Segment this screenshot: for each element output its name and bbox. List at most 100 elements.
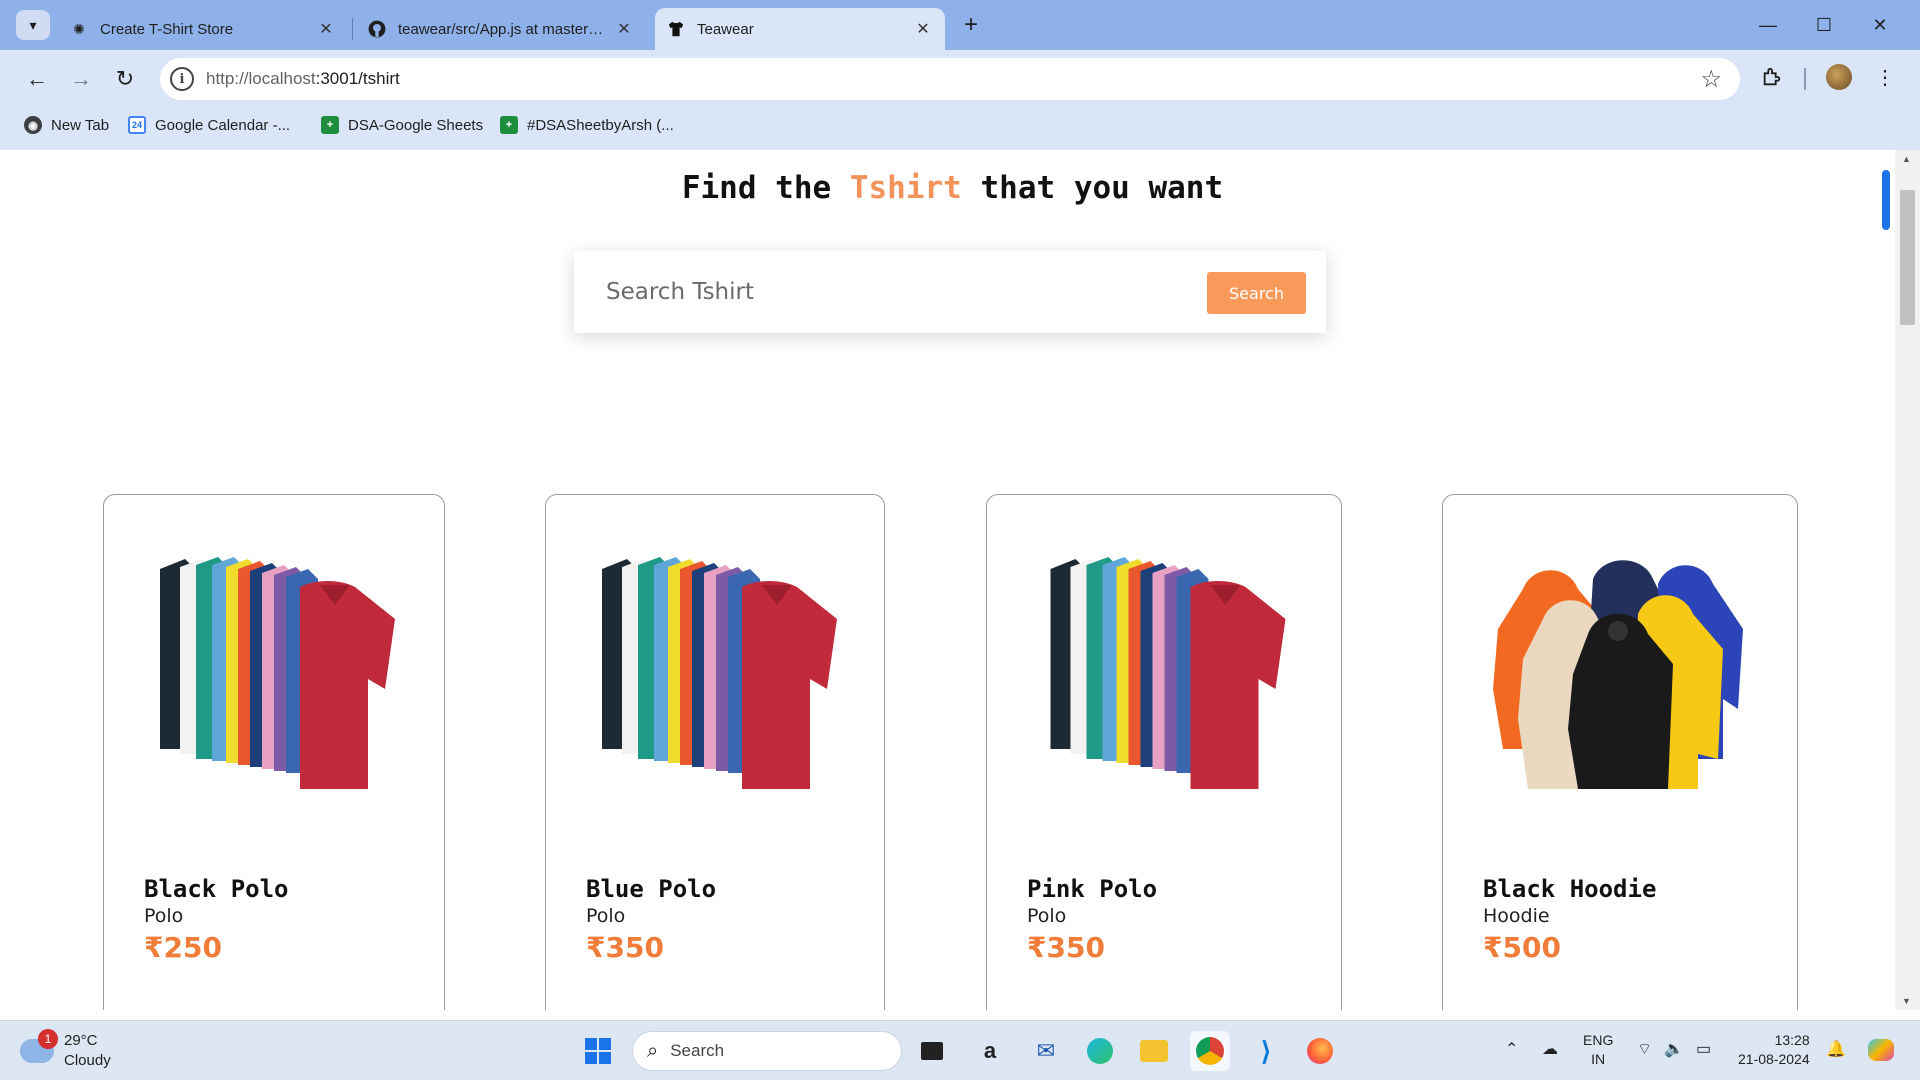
product-card[interactable]: Blue Polo Polo ₹350 xyxy=(545,494,885,1010)
address-bar[interactable]: i http://localhost:3001/tshirt ☆ xyxy=(160,58,1740,100)
product-card[interactable]: Black Hoodie Hoodie ₹500 xyxy=(1442,494,1798,1010)
notifications-bell-icon[interactable]: 🔔 xyxy=(1826,1039,1846,1059)
vscode-icon[interactable]: ⟩ xyxy=(1246,1031,1286,1071)
product-name: Black Hoodie xyxy=(1483,875,1657,903)
site-info-icon[interactable]: i xyxy=(170,67,194,91)
product-price: ₹500 xyxy=(1483,931,1561,964)
weather-temperature: 29°C xyxy=(64,1032,98,1049)
chevron-down-icon: ▾ xyxy=(29,16,37,33)
search-input[interactable] xyxy=(594,271,1154,313)
cloud-icon: 1 xyxy=(20,1029,58,1063)
search-button[interactable]: Search xyxy=(1207,272,1306,314)
globe-icon: ◉ xyxy=(24,116,42,134)
bookmark-star-icon[interactable]: ☆ xyxy=(1700,65,1722,94)
product-image-hoodie xyxy=(1493,560,1743,789)
url-path: :3001/tshirt xyxy=(315,69,400,88)
page-scrollbar[interactable]: ▲ ▼ xyxy=(1895,150,1920,1010)
bookmark-label: #DSASheetbyArsh (... xyxy=(527,116,674,134)
scroll-up-icon[interactable]: ▲ xyxy=(1902,154,1911,164)
product-name: Black Polo xyxy=(144,875,289,903)
bookmark-google-calendar[interactable]: 24 Google Calendar -... xyxy=(128,114,290,136)
weather-widget[interactable]: 1 29°C Cloudy xyxy=(20,1029,111,1071)
polo-stack-icon xyxy=(602,557,837,789)
tab-github-app-js[interactable]: teawear/src/App.js at master · g ✕ xyxy=(356,8,646,50)
chrome-icon[interactable] xyxy=(1190,1031,1230,1071)
maximize-button[interactable]: ☐ xyxy=(1796,8,1852,42)
extensions-icon[interactable] xyxy=(1757,62,1787,92)
system-clock[interactable]: 13:28 21-08-2024 xyxy=(1738,1031,1810,1069)
notification-badge: 1 xyxy=(38,1029,58,1049)
scroll-down-icon[interactable]: ▼ xyxy=(1902,996,1911,1006)
tab-separator xyxy=(352,18,353,40)
navigation-bar: ← → ↻ i http://localhost:3001/tshirt ☆ ⋮ xyxy=(0,50,1920,106)
menu-kebab-icon[interactable]: ⋮ xyxy=(1870,62,1900,92)
product-card[interactable]: Pink Polo Polo ₹350 xyxy=(986,494,1342,1010)
product-category: Polo xyxy=(144,905,184,927)
new-tab-button[interactable]: + xyxy=(958,11,984,38)
title-text: Find the xyxy=(681,170,832,206)
openai-icon: ✺ xyxy=(73,20,85,37)
tab-strip: ▾ ✺ Create T-Shirt Store ✕ teawear/src/A… xyxy=(0,0,1920,50)
minimize-icon: — xyxy=(1759,14,1777,35)
product-card[interactable]: Black Polo Polo ₹250 xyxy=(103,494,445,1010)
bookmark-dsa-google-sheets[interactable]: + DSA-Google Sheets xyxy=(321,114,483,136)
tab-title: teawear/src/App.js at master · g xyxy=(398,20,606,38)
profile-avatar[interactable] xyxy=(1826,64,1852,90)
bookmark-label: New Tab xyxy=(51,116,110,134)
language-indicator[interactable]: ENG IN xyxy=(1583,1031,1613,1069)
battery-icon[interactable]: ▭ xyxy=(1696,1039,1711,1059)
onedrive-icon[interactable]: ☁ xyxy=(1542,1039,1558,1059)
arrow-left-icon: ← xyxy=(26,66,48,91)
copilot-icon[interactable] xyxy=(1868,1039,1894,1066)
arrow-right-icon: → xyxy=(70,66,92,91)
reload-button[interactable]: ↻ xyxy=(110,64,140,94)
tab-teawear[interactable]: Teawear ✕ xyxy=(655,8,945,50)
edge-icon[interactable] xyxy=(1080,1031,1120,1071)
product-category: Polo xyxy=(1027,905,1067,927)
close-icon: ✕ xyxy=(1872,14,1888,35)
product-price: ₹250 xyxy=(144,931,222,964)
back-button[interactable]: ← xyxy=(22,64,52,94)
tab-search-button[interactable]: ▾ xyxy=(16,10,50,40)
plus-icon: + xyxy=(963,11,978,38)
close-icon[interactable]: ✕ xyxy=(614,19,634,39)
start-button[interactable] xyxy=(578,1031,618,1071)
product-name: Pink Polo xyxy=(1027,875,1158,903)
product-image-polo xyxy=(160,557,395,789)
product-image-polo xyxy=(602,557,837,789)
forward-button[interactable]: → xyxy=(66,64,96,94)
close-icon[interactable]: ✕ xyxy=(913,19,933,39)
title-accent: Tshirt xyxy=(849,170,962,206)
url-text[interactable]: http://localhost:3001/tshirt xyxy=(206,69,400,89)
chevron-up-icon[interactable]: ⌃ xyxy=(1505,1039,1518,1059)
hoodies-icon xyxy=(1493,560,1743,789)
search-card: Search xyxy=(574,251,1326,333)
close-window-button[interactable]: ✕ xyxy=(1852,8,1908,42)
scrollbar-thumb[interactable] xyxy=(1900,190,1915,325)
taskbar-search[interactable]: ⌕ Search xyxy=(632,1031,902,1071)
bookmark-dsa-sheet-by-arsh[interactable]: + #DSASheetbyArsh (... xyxy=(500,114,674,136)
wifi-icon[interactable]: ⌔ xyxy=(1637,1039,1652,1059)
firefox-icon[interactable] xyxy=(1300,1031,1340,1071)
bookmarks-bar: ◉ New Tab 24 Google Calendar -... + DSA-… xyxy=(0,110,1920,140)
maximize-icon: ☐ xyxy=(1815,14,1833,35)
minimize-button[interactable]: — xyxy=(1740,8,1796,42)
scroll-indicator xyxy=(1882,170,1890,230)
tab-title: Create T-Shirt Store xyxy=(100,20,234,38)
volume-icon[interactable]: 🔈 xyxy=(1664,1039,1684,1059)
close-icon[interactable]: ✕ xyxy=(316,19,336,39)
product-category: Polo xyxy=(586,905,626,927)
product-category: Hoodie xyxy=(1483,905,1550,927)
mail-icon[interactable]: ✉ xyxy=(1026,1031,1066,1071)
file-explorer-icon[interactable] xyxy=(1134,1031,1174,1071)
page-title: Find the Tshirt that you want xyxy=(10,170,1895,206)
tab-create-tshirt-store[interactable]: ✺ Create T-Shirt Store ✕ xyxy=(58,8,348,50)
url-host: http://localhost xyxy=(206,69,316,88)
browser-chrome: ▾ ✺ Create T-Shirt Store ✕ teawear/src/A… xyxy=(0,0,1920,150)
product-name: Blue Polo xyxy=(586,875,717,903)
bookmark-new-tab[interactable]: ◉ New Tab xyxy=(24,114,109,136)
bookmark-label: Google Calendar -... xyxy=(155,116,291,134)
task-view-icon[interactable] xyxy=(912,1031,952,1071)
amazon-icon[interactable]: a xyxy=(970,1031,1010,1071)
reload-icon: ↻ xyxy=(115,66,135,91)
